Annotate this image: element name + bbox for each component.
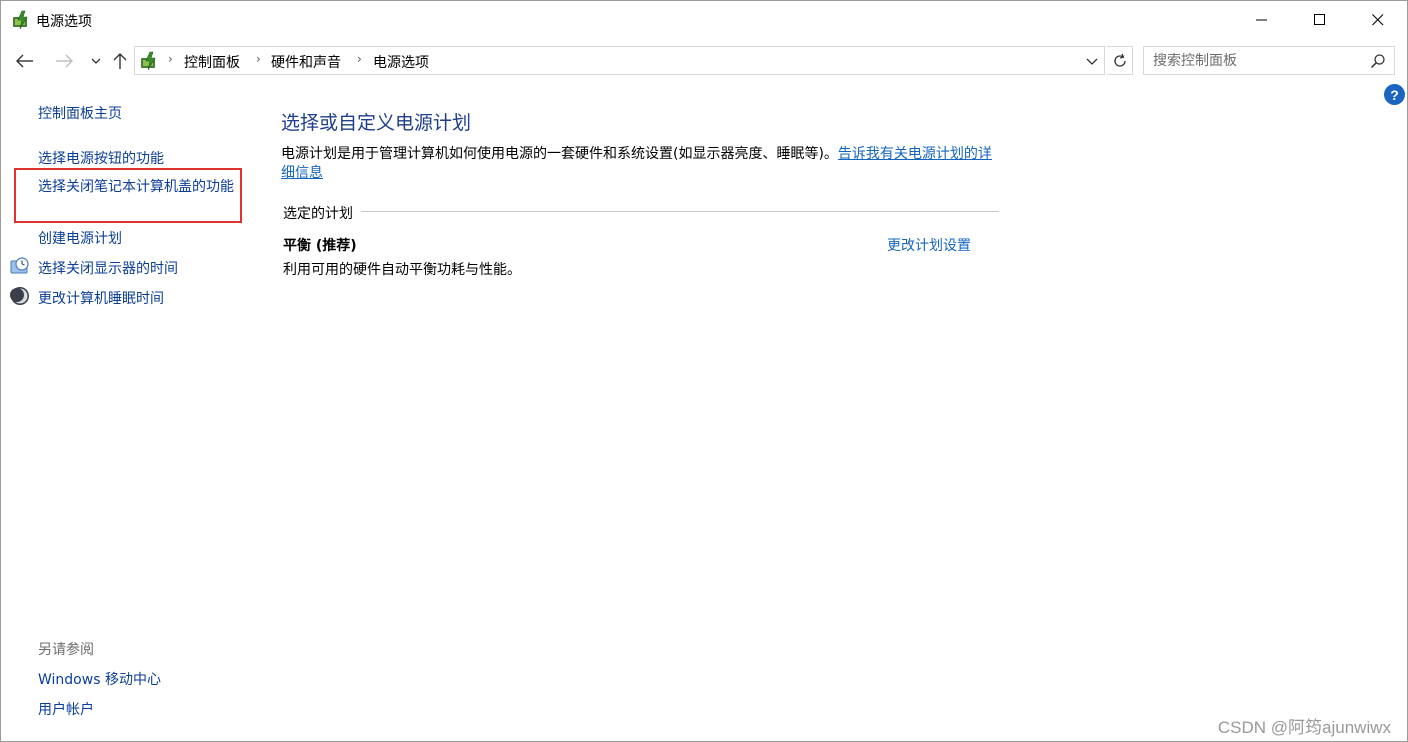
power-options-icon	[13, 10, 28, 30]
lid-close-function-link[interactable]: 选择关闭笔记本计算机盖的功能	[38, 177, 243, 197]
minimize-icon	[1256, 19, 1267, 21]
search-input[interactable]	[1144, 47, 1364, 74]
minimize-button[interactable]	[1233, 1, 1291, 39]
plan-name: 平衡 (推荐)	[283, 238, 357, 254]
selected-plan-heading: 选定的计划	[283, 203, 361, 223]
title-bar: 电源选项	[1, 1, 1407, 39]
arrow-right-icon	[56, 54, 73, 68]
refresh-button[interactable]	[1107, 46, 1133, 75]
search-icon[interactable]	[1370, 53, 1386, 69]
windows-mobility-center-link[interactable]: Windows 移动中心	[38, 669, 161, 689]
window-title: 电源选项	[36, 14, 92, 30]
arrow-up-icon	[113, 53, 127, 69]
plan-description: 利用可用的硬件自动平衡功耗与性能。	[283, 262, 521, 278]
section-divider	[283, 211, 999, 212]
watermark: CSDN @阿筠ajunwiwx	[1217, 718, 1391, 737]
page-title: 选择或自定义电源计划	[281, 112, 472, 134]
change-plan-settings-link[interactable]: 更改计划设置	[887, 235, 971, 255]
maximize-icon	[1314, 14, 1325, 25]
maximize-button[interactable]	[1291, 1, 1349, 39]
help-button[interactable]: ?	[1384, 84, 1405, 105]
breadcrumb-power-options[interactable]: 电源选项	[373, 52, 429, 72]
back-button[interactable]	[13, 49, 37, 73]
user-accounts-link[interactable]: 用户帐户	[38, 699, 94, 719]
description-text: 电源计划是用于管理计算机如何使用电源的一套硬件和系统设置(如显示器亮度、睡眠等)…	[281, 146, 838, 162]
refresh-icon	[1113, 53, 1126, 67]
control-panel-home-link[interactable]: 控制面板主页	[38, 103, 122, 123]
breadcrumb-separator-icon[interactable]: ›	[256, 52, 261, 66]
address-bar[interactable]: › 控制面板 › 硬件和声音 › 电源选项	[134, 46, 1105, 75]
display-off-time-link[interactable]: 选择关闭显示器的时间	[38, 258, 178, 278]
close-icon	[1372, 14, 1384, 26]
navigation-bar: › 控制面板 › 硬件和声音 › 电源选项	[1, 43, 1407, 77]
power-options-icon	[141, 51, 156, 71]
sleep-moon-icon	[10, 287, 29, 305]
breadcrumb-separator-icon[interactable]: ›	[357, 52, 362, 66]
search-box[interactable]	[1143, 46, 1395, 75]
see-also-heading: 另请参阅	[38, 642, 94, 658]
page-description: 电源计划是用于管理计算机如何使用电源的一套硬件和系统设置(如显示器亮度、睡眠等)…	[281, 145, 1001, 183]
recent-locations-button[interactable]	[84, 49, 108, 73]
breadcrumb-hardware-sound[interactable]: 硬件和声音	[271, 52, 341, 72]
chevron-down-icon[interactable]	[1084, 53, 1100, 69]
breadcrumb-separator-icon[interactable]: ›	[168, 52, 173, 66]
breadcrumb-control-panel[interactable]: 控制面板	[184, 52, 240, 72]
arrow-left-icon	[16, 54, 33, 68]
forward-button[interactable]	[52, 49, 76, 73]
up-button[interactable]	[108, 49, 132, 73]
create-power-plan-link[interactable]: 创建电源计划	[38, 228, 122, 248]
power-button-function-link[interactable]: 选择电源按钮的功能	[38, 148, 164, 168]
display-timer-icon	[10, 257, 29, 274]
sleep-time-link[interactable]: 更改计算机睡眠时间	[38, 288, 164, 308]
close-button[interactable]	[1349, 1, 1407, 39]
power-options-window: 电源选项 › 控制面板 › 硬件和声音 › 电源选项 搜索控制面板 ? 控制面板…	[0, 0, 1408, 742]
chevron-down-icon	[91, 58, 101, 64]
